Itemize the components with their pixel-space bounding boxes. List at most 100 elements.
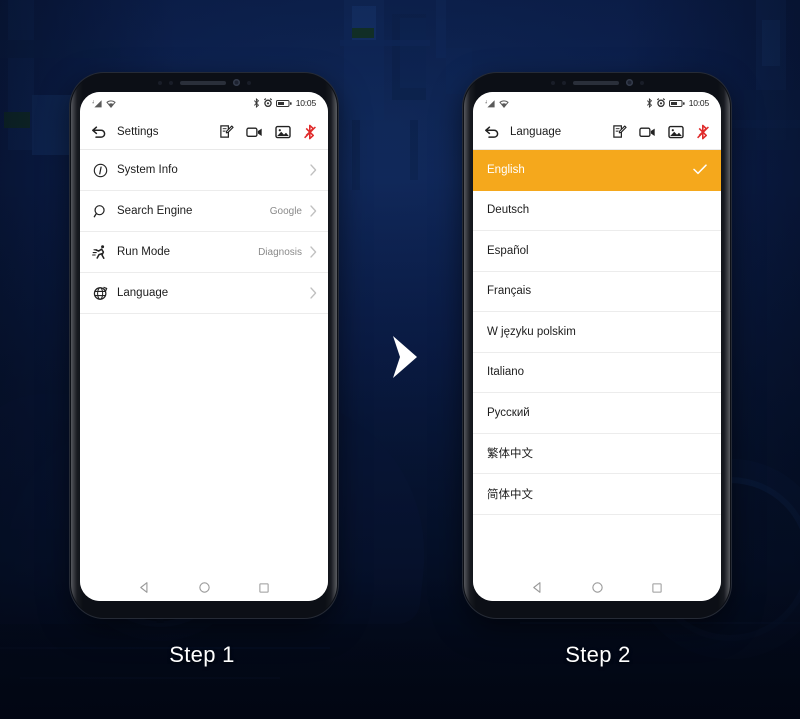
settings-row-system-info[interactable]: System Info bbox=[80, 150, 328, 191]
battery-icon bbox=[668, 99, 685, 107]
front-camera-icon bbox=[625, 79, 633, 86]
status-bar-time: 10:05 bbox=[688, 98, 709, 108]
app-bar-actions bbox=[219, 124, 317, 140]
back-triangle-icon[interactable] bbox=[531, 581, 544, 594]
language-option-russian[interactable]: Русский bbox=[473, 393, 721, 434]
recents-square-icon[interactable] bbox=[651, 582, 663, 594]
note-edit-icon[interactable] bbox=[219, 124, 234, 139]
status-bar-left bbox=[92, 99, 116, 108]
settings-row-label: System Info bbox=[117, 164, 178, 176]
screen-step2: 10:05 Language English Deutsch Español F… bbox=[473, 92, 721, 601]
language-option-simplified-chinese[interactable]: 简体中文 bbox=[473, 474, 721, 515]
alarm-icon bbox=[263, 98, 272, 108]
step2-caption: Step 2 bbox=[565, 642, 631, 667]
language-label: Deutsch bbox=[487, 204, 530, 217]
language-label: 繁体中文 bbox=[487, 448, 533, 461]
status-bar-right: 10:05 bbox=[646, 98, 709, 108]
settings-row-language[interactable]: Language bbox=[80, 273, 328, 314]
earpiece-speaker bbox=[572, 80, 619, 85]
language-option-italiano[interactable]: Italiano bbox=[473, 352, 721, 393]
phone-earpiece-area bbox=[70, 73, 338, 92]
screenshot-icon[interactable] bbox=[668, 125, 684, 139]
wifi-icon bbox=[106, 99, 116, 108]
status-bar: 10:05 bbox=[473, 92, 721, 114]
language-label: W języku polskim bbox=[487, 325, 576, 338]
chevron-right-icon bbox=[310, 205, 317, 217]
search-icon bbox=[91, 204, 109, 219]
status-bar: 10:05 bbox=[80, 92, 328, 114]
chevron-right-icon bbox=[310, 287, 317, 299]
language-option-espanol[interactable]: Español bbox=[473, 231, 721, 272]
back-triangle-icon[interactable] bbox=[138, 581, 151, 594]
language-list: English Deutsch Español Français W język… bbox=[473, 150, 721, 574]
phone-step1: 10:05 Settings System Info Search Engine… bbox=[70, 73, 338, 618]
sensor-dot-icon bbox=[639, 80, 644, 85]
sensor-dot-icon bbox=[168, 80, 173, 85]
phone-step2: 10:05 Language English Deutsch Español F… bbox=[463, 73, 731, 618]
bluetooth-disconnected-icon[interactable] bbox=[696, 124, 710, 140]
chevron-right-icon bbox=[310, 164, 317, 176]
running-man-icon bbox=[91, 244, 109, 260]
language-label: English bbox=[487, 163, 525, 176]
signal-bars-icon bbox=[92, 99, 102, 107]
language-option-deutsch[interactable]: Deutsch bbox=[473, 190, 721, 231]
settings-row-value: Google bbox=[269, 205, 302, 217]
check-icon bbox=[693, 164, 707, 175]
language-option-english[interactable]: English bbox=[473, 150, 721, 191]
battery-icon bbox=[275, 99, 292, 107]
earpiece-speaker bbox=[179, 80, 226, 85]
language-label: 简体中文 bbox=[487, 488, 533, 501]
language-option-polski[interactable]: W języku polskim bbox=[473, 312, 721, 353]
language-label: Русский bbox=[487, 406, 530, 419]
settings-row-run-mode[interactable]: Run Mode Diagnosis bbox=[80, 232, 328, 273]
language-label: Français bbox=[487, 285, 532, 298]
settings-row-value: Diagnosis bbox=[258, 246, 302, 258]
settings-row-label: Run Mode bbox=[117, 246, 171, 258]
home-circle-icon[interactable] bbox=[198, 581, 211, 594]
bluetooth-icon bbox=[646, 98, 652, 108]
language-option-traditional-chinese[interactable]: 繁体中文 bbox=[473, 433, 721, 474]
settings-row-label: Language bbox=[117, 287, 169, 299]
globe-icon bbox=[91, 286, 109, 301]
recents-square-icon[interactable] bbox=[258, 582, 270, 594]
app-bar-actions bbox=[612, 124, 710, 140]
signal-bars-icon bbox=[485, 99, 495, 107]
info-circle-icon bbox=[91, 163, 109, 178]
chevron-right-icon bbox=[393, 336, 417, 378]
note-edit-icon[interactable] bbox=[612, 124, 627, 139]
app-bar-step1: Settings bbox=[80, 114, 328, 150]
wifi-icon bbox=[499, 99, 509, 108]
back-arrow-icon[interactable] bbox=[91, 124, 108, 139]
bluetooth-disconnected-icon[interactable] bbox=[303, 124, 317, 140]
home-circle-icon[interactable] bbox=[591, 581, 604, 594]
status-bar-time: 10:05 bbox=[295, 98, 316, 108]
android-nav-bar bbox=[473, 574, 721, 601]
back-arrow-icon[interactable] bbox=[484, 124, 501, 139]
settings-list: System Info Search Engine Google Run Mod… bbox=[80, 150, 328, 574]
language-option-francais[interactable]: Français bbox=[473, 271, 721, 312]
video-record-icon[interactable] bbox=[246, 125, 263, 139]
step1-caption: Step 1 bbox=[169, 642, 235, 667]
app-bar-step2: Language bbox=[473, 114, 721, 150]
chevron-right-icon bbox=[310, 246, 317, 258]
status-bar-left bbox=[485, 99, 509, 108]
app-bar-title: Language bbox=[510, 125, 562, 138]
settings-row-search-engine[interactable]: Search Engine Google bbox=[80, 191, 328, 232]
front-camera-icon bbox=[232, 79, 240, 86]
sensor-dot-icon bbox=[157, 80, 162, 85]
android-nav-bar bbox=[80, 574, 328, 601]
status-bar-right: 10:05 bbox=[253, 98, 316, 108]
sensor-dot-icon bbox=[550, 80, 555, 85]
sensor-dot-icon bbox=[246, 80, 251, 85]
sensor-dot-icon bbox=[561, 80, 566, 85]
video-record-icon[interactable] bbox=[639, 125, 656, 139]
language-label: Español bbox=[487, 244, 529, 257]
bluetooth-icon bbox=[253, 98, 259, 108]
screenshot-icon[interactable] bbox=[275, 125, 291, 139]
alarm-icon bbox=[656, 98, 665, 108]
language-label: Italiano bbox=[487, 366, 525, 379]
phone-earpiece-area bbox=[463, 73, 731, 92]
flow-arrow bbox=[383, 327, 427, 387]
app-bar-title: Settings bbox=[117, 125, 159, 138]
screen-step1: 10:05 Settings System Info Search Engine… bbox=[80, 92, 328, 601]
